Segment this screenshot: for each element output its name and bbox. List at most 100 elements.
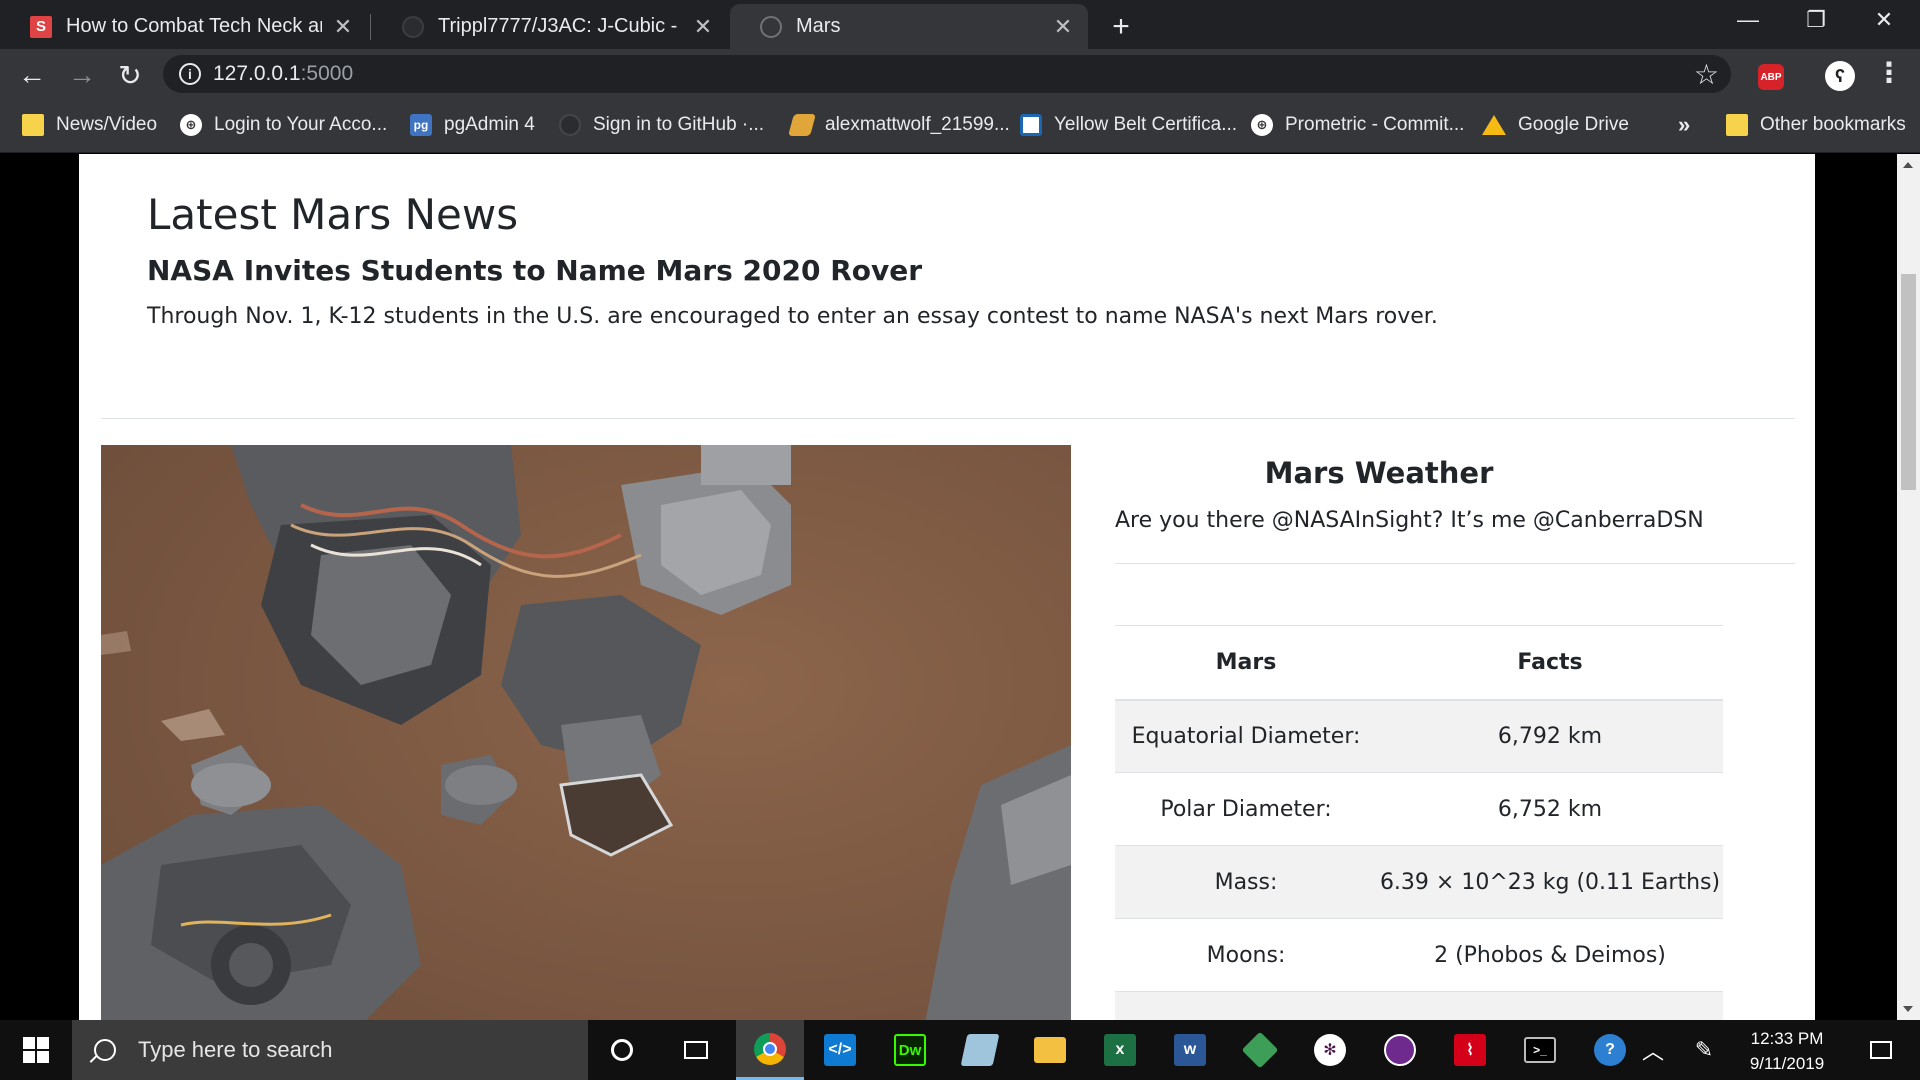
bookmarks-bar: News/Video ⊕ Login to Your Acco... pg pg… — [0, 99, 1920, 153]
folder-icon — [22, 114, 44, 136]
cortana-button[interactable] — [588, 1020, 656, 1080]
bookmark-alexmattwolf[interactable]: alexmattwolf_21599... — [788, 111, 1010, 139]
tab-tech-neck[interactable]: S How to Combat Tech Neck and S ✕ — [0, 4, 368, 49]
taskbar-excel[interactable]: x — [1086, 1020, 1154, 1080]
taskbar-slack[interactable]: ✻ — [1296, 1020, 1364, 1080]
taskbar-git-app[interactable] — [1226, 1020, 1294, 1080]
bookmark-label: Google Drive — [1518, 114, 1629, 135]
help-icon: ? — [1594, 1034, 1626, 1066]
taskbar-word[interactable]: w — [1156, 1020, 1224, 1080]
taskbar-search-box[interactable]: Type here to search — [72, 1020, 588, 1080]
taskbar-acrobat[interactable]: ⌇ — [1436, 1020, 1504, 1080]
table-row — [1115, 991, 1723, 1020]
bookmark-other-bookmarks[interactable]: Other bookmarks — [1726, 111, 1906, 139]
divider — [101, 418, 1795, 419]
scrollbar-thumb[interactable] — [1901, 274, 1916, 490]
fact-value: 6,752 km — [1377, 772, 1723, 846]
bookmark-label: Other bookmarks — [1760, 114, 1906, 135]
table-row: Polar Diameter: 6,752 km — [1115, 772, 1723, 846]
start-button[interactable] — [0, 1020, 72, 1080]
minimize-button[interactable]: — — [1714, 0, 1782, 40]
menu-icon[interactable]: ⋮ — [1875, 59, 1903, 87]
certificate-icon — [1020, 114, 1042, 136]
taskbar-file-explorer[interactable] — [1016, 1020, 1084, 1080]
notification-icon — [1870, 1041, 1892, 1059]
tab-title: How to Combat Tech Neck and S — [66, 15, 322, 37]
pen-workspace-button[interactable]: ✎ — [1684, 1020, 1724, 1080]
github-desktop-icon — [1384, 1034, 1416, 1066]
bookmark-star-icon[interactable]: ☆ — [1694, 58, 1719, 91]
bookmark-google-drive[interactable]: Google Drive — [1482, 111, 1629, 139]
bookmark-label: Prometric - Commit... — [1285, 114, 1465, 135]
taskbar-notes-app[interactable] — [946, 1020, 1014, 1080]
reload-button[interactable]: ↻ — [110, 55, 150, 95]
table-row: Moons: 2 (Phobos & Deimos) — [1115, 918, 1723, 992]
fact-value: 2 (Phobos & Deimos) — [1377, 918, 1723, 992]
taskbar-terminal[interactable]: >_ — [1506, 1020, 1574, 1080]
news-teaser: Through Nov. 1, K-12 students in the U.S… — [147, 304, 1438, 329]
bookmark-label: Login to Your Acco... — [214, 114, 388, 135]
scroll-down-icon[interactable] — [1903, 1006, 1913, 1012]
github-icon — [559, 114, 581, 136]
fact-label: Polar Diameter: — [1115, 772, 1377, 846]
profile-avatar-icon[interactable]: ʕ — [1825, 61, 1855, 91]
folder-icon — [1726, 114, 1748, 136]
forward-button[interactable]: → — [62, 55, 102, 95]
tab-github-j3ac[interactable]: Trippl7777/J3AC: J-Cubic - innova ✕ — [372, 4, 728, 49]
tray-overflow-button[interactable]: ︿ — [1636, 1020, 1670, 1080]
taskbar-help[interactable]: ? — [1576, 1020, 1644, 1080]
pgadmin-icon: pg — [410, 114, 432, 136]
bookmark-label: Yellow Belt Certifica... — [1054, 114, 1238, 135]
back-button[interactable]: ← — [12, 55, 52, 95]
new-tab-button[interactable]: + — [1104, 10, 1138, 44]
taskbar-dreamweaver[interactable]: Dw — [876, 1020, 944, 1080]
page-scrollbar[interactable] — [1897, 154, 1920, 1020]
bookmark-github[interactable]: Sign in to GitHub ·... — [559, 111, 764, 139]
taskbar-clock[interactable]: 12:33 PM 9/11/2019 — [1732, 1026, 1842, 1076]
chevron-up-icon: ︿ — [1641, 1039, 1664, 1064]
taskbar-vscode[interactable]: </> — [806, 1020, 874, 1080]
adblock-plus-icon[interactable]: ABP — [1758, 64, 1784, 90]
column-header: Facts — [1377, 625, 1723, 701]
url-port: :5000 — [300, 62, 354, 85]
scroll-up-icon[interactable] — [1903, 162, 1913, 168]
bookmark-label: News/Video — [56, 114, 158, 135]
info-icon[interactable]: i — [179, 63, 201, 85]
windows-taskbar: Type here to search </> Dw x w ✻ ⌇ >_ ? — [0, 1020, 1920, 1080]
tab-mars[interactable]: Mars ✕ — [730, 4, 1088, 49]
close-icon[interactable]: ✕ — [332, 14, 354, 39]
word-icon: w — [1174, 1034, 1206, 1066]
task-view-button[interactable] — [662, 1020, 730, 1080]
close-window-button[interactable]: ✕ — [1850, 0, 1918, 40]
tab-strip: S How to Combat Tech Neck and S ✕ Trippl… — [0, 0, 1920, 49]
s-favicon-icon: S — [30, 15, 52, 38]
mars-facts-table: Mars Facts Equatorial Diameter: 6,792 km… — [1115, 625, 1723, 1020]
table-row: Equatorial Diameter: 6,792 km — [1115, 699, 1723, 773]
search-icon — [94, 1039, 116, 1061]
url-text[interactable]: 127.0.0.1:5000 — [213, 62, 353, 86]
vscode-icon: </> — [824, 1034, 856, 1066]
taskbar-github-desktop[interactable] — [1366, 1020, 1434, 1080]
address-bar[interactable]: i 127.0.0.1:5000 ☆ — [163, 55, 1731, 93]
tab-separator — [370, 14, 371, 40]
bookmark-pgadmin[interactable]: pg pgAdmin 4 — [410, 111, 535, 139]
close-icon[interactable]: ✕ — [1052, 14, 1074, 39]
fact-label: Equatorial Diameter: — [1115, 699, 1377, 773]
taskbar-chrome[interactable] — [736, 1020, 804, 1080]
fact-value — [1377, 991, 1723, 1020]
bookmark-yellow-belt[interactable]: Yellow Belt Certifica... — [1020, 111, 1237, 139]
url-host: 127.0.0.1 — [213, 62, 301, 85]
task-view-icon — [684, 1041, 708, 1059]
fact-label: Mass: — [1115, 845, 1377, 919]
restore-button[interactable]: ❐ — [1782, 0, 1850, 40]
bookmark-prometric[interactable]: ⊕ Prometric - Commit... — [1251, 111, 1464, 139]
bookmark-label: alexmattwolf_21599... — [825, 114, 1010, 135]
globe-icon: ⊕ — [180, 114, 202, 136]
bookmark-login[interactable]: ⊕ Login to Your Acco... — [180, 111, 387, 139]
action-center-button[interactable] — [1856, 1020, 1906, 1080]
close-icon[interactable]: ✕ — [692, 14, 714, 39]
rover-illustration — [101, 445, 1071, 1020]
bookmarks-overflow-button[interactable]: » — [1678, 111, 1690, 139]
dreamweaver-icon: Dw — [894, 1034, 926, 1066]
bookmark-news-video[interactable]: News/Video — [22, 111, 157, 139]
